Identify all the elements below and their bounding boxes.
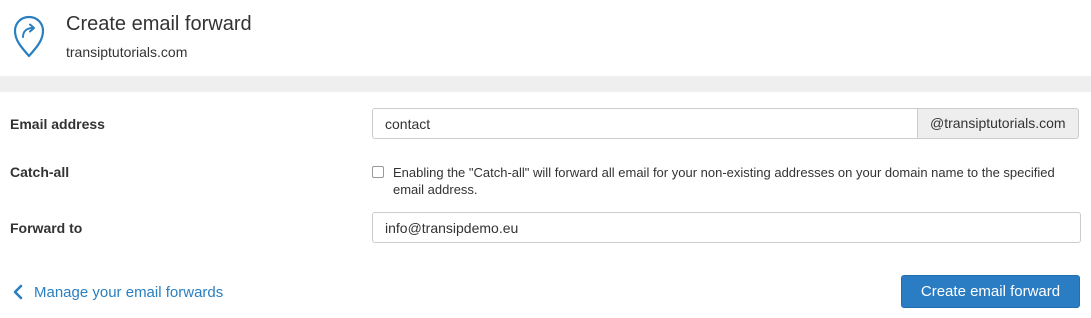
email-address-group: @transiptutorials.com [372,108,1079,139]
email-address-input[interactable] [372,108,918,139]
chevron-left-icon [13,284,23,300]
forward-to-row: Forward to [0,212,1091,243]
manage-email-forwards-link[interactable]: Manage your email forwards [12,282,223,302]
forward-to-input[interactable] [372,212,1081,243]
catch-all-checkbox[interactable] [372,166,384,178]
page-header: Create email forward transiptutorials.co… [0,0,1091,76]
catch-all-description: Enabling the "Catch-all" will forward al… [393,165,1055,197]
catch-all-row: Catch-all Enabling the "Catch-all" will … [0,160,1091,200]
forward-to-group [372,212,1081,243]
domain-suffix-addon: @transiptutorials.com [918,108,1079,139]
create-email-forward-button[interactable]: Create email forward [901,275,1080,308]
section-divider [0,76,1091,92]
catch-all-label: Catch-all [10,164,70,180]
page-title: Create email forward [66,13,252,35]
email-address-label: Email address [10,116,105,132]
email-address-row: Email address @transiptutorials.com [0,108,1091,139]
forward-to-label: Forward to [10,220,83,236]
domain-name: transiptutorials.com [66,44,188,60]
email-forward-pin-icon [13,15,45,58]
manage-email-forwards-label: Manage your email forwards [34,283,224,301]
